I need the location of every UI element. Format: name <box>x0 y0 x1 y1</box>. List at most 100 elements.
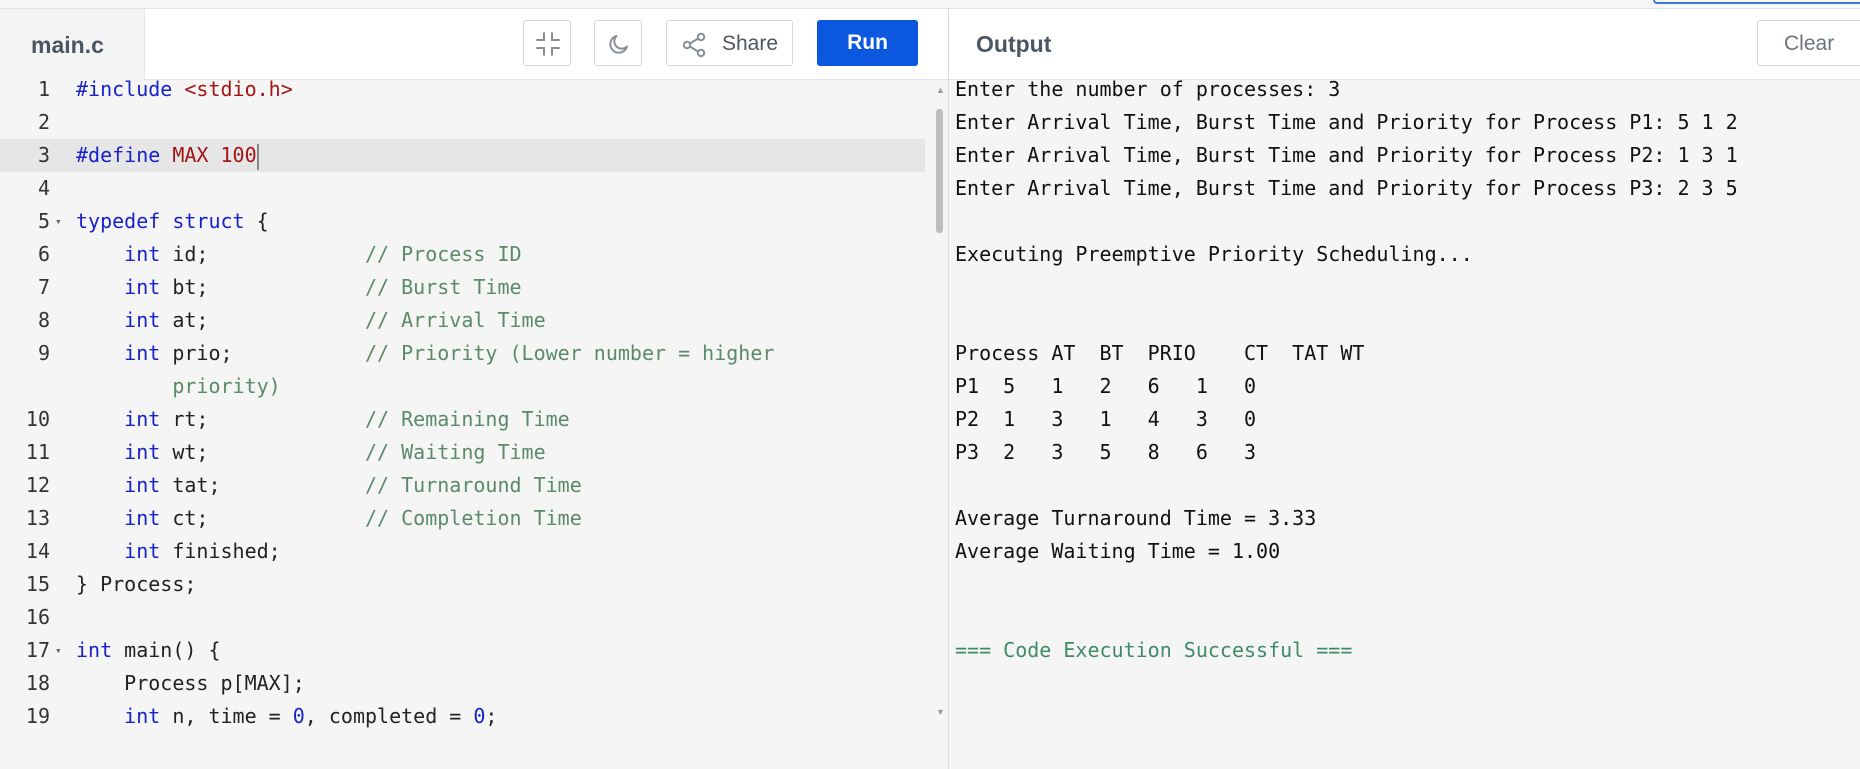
code-line[interactable]: 19 int n, time = 0, completed = 0; <box>0 700 925 733</box>
code-token: // Completion Time <box>365 506 582 530</box>
code-text: } Process; <box>76 568 196 601</box>
editor-scroll-thumb[interactable] <box>936 109 943 233</box>
line-number: 1 <box>37 80 50 101</box>
code-text: int at; // Arrival Time <box>76 304 546 337</box>
code-line[interactable]: priority) <box>0 370 925 403</box>
code-line[interactable]: 13 int ct; // Completion Time <box>0 502 925 535</box>
code-token: ; <box>485 704 498 728</box>
scroll-up-arrow-icon[interactable]: ▲ <box>936 85 945 95</box>
code-token: 0 <box>292 704 305 728</box>
code-token: priority) <box>76 374 281 398</box>
code-editor[interactable]: 1 #include <stdio.h> 2 3 #define MAX 100 4 5 ▾ t… <box>0 80 948 734</box>
code-text: int bt; // Burst Time <box>76 271 522 304</box>
code-token: // Priority (Lower number = higher <box>365 341 775 365</box>
output-line: P3 2 3 5 8 6 3 <box>955 440 1257 464</box>
code-token: rt; <box>160 407 365 431</box>
file-tab[interactable]: main.c <box>0 9 145 80</box>
code-token: wt; <box>160 440 365 464</box>
code-token: main() { <box>112 638 221 662</box>
code-line[interactable]: 7 int bt; // Burst Time <box>0 271 925 304</box>
scroll-down-arrow-icon[interactable]: ▼ <box>936 707 945 717</box>
code-token: } Process; <box>76 572 197 596</box>
code-token: int <box>124 539 161 563</box>
code-line[interactable]: 17 ▾ int main() { <box>0 634 925 667</box>
code-text: int wt; // Waiting Time <box>76 436 545 469</box>
line-number: 19 <box>25 704 50 728</box>
fold-arrow-icon[interactable]: ▾ <box>55 634 62 667</box>
moon-icon <box>609 35 628 54</box>
code-line[interactable]: 12 int tat; // Turnaround Time <box>0 469 925 502</box>
clear-button[interactable]: Clear <box>1757 20 1860 66</box>
output-line: Enter Arrival Time, Burst Time and Prior… <box>955 176 1738 200</box>
code-text: #define MAX 100 <box>76 139 259 172</box>
code-token: n, time = <box>160 704 293 728</box>
line-number: 14 <box>25 539 50 563</box>
code-line[interactable]: 15 } Process; <box>0 568 925 601</box>
code-line[interactable]: 16 <box>0 601 925 634</box>
code-token: // Burst Time <box>365 275 522 299</box>
code-text: typedef struct { <box>76 205 269 238</box>
line-number: 2 <box>37 110 50 134</box>
code-token: int <box>124 473 161 497</box>
code-token: finished; <box>160 539 281 563</box>
collapse-button[interactable] <box>523 20 571 66</box>
code-line[interactable]: 6 int id; // Process ID <box>0 238 925 271</box>
share-button[interactable]: Share <box>666 20 793 66</box>
top-strip <box>0 0 1860 9</box>
code-line[interactable]: 11 int wt; // Waiting Time <box>0 436 925 469</box>
code-text: int n, time = 0, completed = 0; <box>76 700 497 733</box>
code-text: int ct; // Completion Time <box>76 502 582 535</box>
share-label: Share <box>722 32 779 55</box>
code-line[interactable]: 3 #define MAX 100 <box>0 139 925 172</box>
output-title: Output <box>976 31 1052 57</box>
code-token: <stdio.h> <box>184 80 293 101</box>
code-token: ct; <box>160 506 365 530</box>
code-text: int main() { <box>76 634 221 667</box>
clear-label: Clear <box>1784 32 1835 55</box>
line-number: 15 <box>25 572 50 596</box>
code-token: int <box>124 242 161 266</box>
line-number: 17 <box>25 638 50 662</box>
code-line[interactable]: 9 int prio; // Priority (Lower number = … <box>0 337 925 370</box>
code-line[interactable]: 14 int finished; <box>0 535 925 568</box>
theme-toggle-button[interactable] <box>594 20 642 66</box>
output-line: Enter the number of processes: 3 <box>955 77 1341 101</box>
code-token: int <box>124 704 161 728</box>
fold-arrow-icon[interactable]: ▾ <box>55 205 62 238</box>
code-line[interactable]: 8 int at; // Arrival Time <box>0 304 925 337</box>
code-text: int id; // Process ID <box>76 238 521 271</box>
code-token: Process p[MAX]; <box>76 671 305 695</box>
code-line[interactable]: 5 ▾ typedef struct { <box>0 205 925 238</box>
line-number: 5 <box>37 209 50 233</box>
output-line: Process AT BT PRIO CT TAT WT <box>955 341 1365 365</box>
code-line[interactable]: 18 Process p[MAX]; <box>0 667 925 700</box>
code-line[interactable]: 1 #include <stdio.h> <box>0 80 925 106</box>
focus-edge <box>1653 0 1860 4</box>
code-token: int <box>124 407 161 431</box>
code-token: int <box>124 341 161 365</box>
output-line: Executing Preemptive Priority Scheduling… <box>955 242 1473 266</box>
editor-scrollbar[interactable]: ▲ ▼ <box>933 85 945 735</box>
code-line[interactable]: 10 int rt; // Remaining Time <box>0 403 925 436</box>
line-number: 6 <box>37 242 50 266</box>
code-line[interactable]: 4 <box>0 172 925 205</box>
code-token: // Turnaround Time <box>365 473 582 497</box>
code-token: int <box>76 638 113 662</box>
output-line: Average Turnaround Time = 3.33 <box>955 506 1317 530</box>
file-tab-label: main.c <box>31 32 104 58</box>
run-label: Run <box>847 31 888 54</box>
code-token: // Arrival Time <box>365 308 546 332</box>
line-number: 18 <box>25 671 50 695</box>
line-number: 3 <box>37 143 50 167</box>
text-cursor <box>256 143 259 170</box>
editor-header: main.c Share Run <box>0 9 948 80</box>
code-text: int prio; // Priority (Lower number = hi… <box>76 337 774 370</box>
code-line[interactable]: 2 <box>0 106 925 139</box>
output-line: Enter Arrival Time, Burst Time and Prior… <box>955 143 1738 167</box>
run-button[interactable]: Run <box>817 20 918 66</box>
